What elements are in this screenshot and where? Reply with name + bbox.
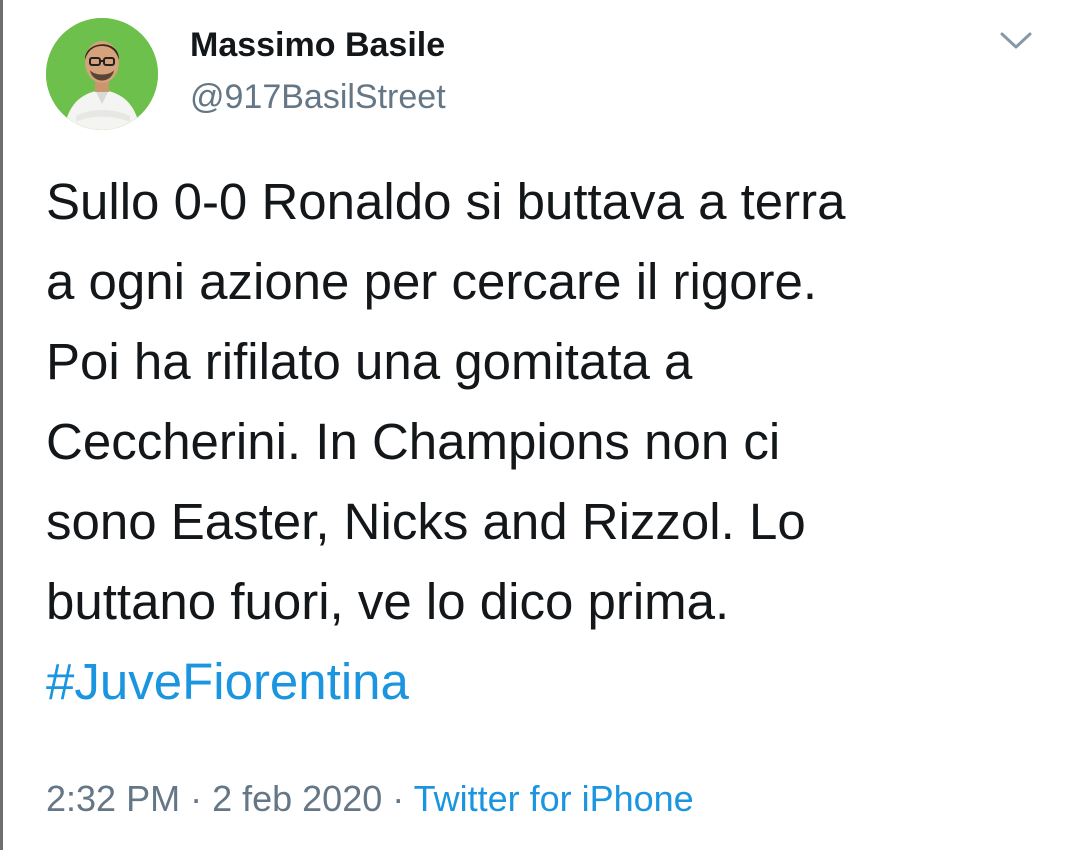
profile-photo-icon bbox=[46, 18, 158, 130]
hashtag-link[interactable]: #JuveFiorentina bbox=[46, 653, 409, 710]
tweet-source-link[interactable]: Twitter for iPhone bbox=[414, 778, 694, 819]
author-handle[interactable]: @917BasilStreet bbox=[190, 78, 446, 117]
avatar[interactable] bbox=[46, 18, 158, 130]
tweet-card: Massimo Basile @917BasilStreet Sullo 0-0… bbox=[0, 0, 1080, 850]
tweet-body: Sullo 0-0 Ronaldo si buttava a terra a o… bbox=[46, 162, 1056, 722]
tweet-metadata: 2:32 PM · 2 feb 2020 · Twitter for iPhon… bbox=[46, 778, 694, 820]
meta-separator: · bbox=[180, 778, 213, 819]
chevron-down-icon[interactable] bbox=[998, 28, 1034, 52]
meta-separator: · bbox=[382, 778, 414, 819]
tweet-date: 2 feb 2020 bbox=[212, 778, 383, 819]
author-display-name[interactable]: Massimo Basile bbox=[190, 26, 445, 65]
tweet-time: 2:32 PM bbox=[46, 778, 181, 819]
tweet-text: Sullo 0-0 Ronaldo si buttava a terra a o… bbox=[46, 173, 846, 630]
